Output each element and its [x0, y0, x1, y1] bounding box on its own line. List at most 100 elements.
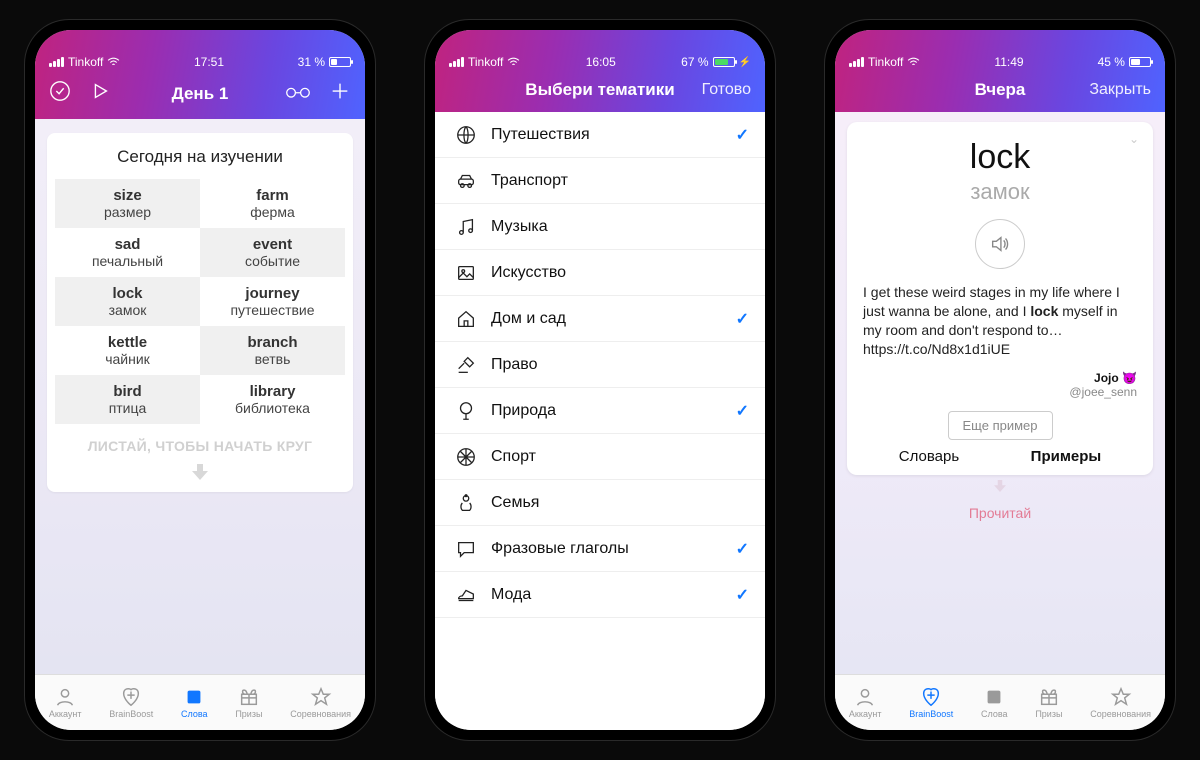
word-en: library	[204, 383, 341, 400]
word-ru: путешествие	[204, 302, 341, 318]
topic-row[interactable]: Музыка	[435, 204, 765, 250]
word-cell[interactable]: branchветвь	[200, 326, 345, 375]
status-bar: Tinkoff 16:05 67 % ⚡	[435, 52, 765, 72]
example-link[interactable]: https://t.co/Nd8x1d1iUE	[863, 341, 1010, 357]
word-ru: ферма	[204, 204, 341, 220]
tab-призы[interactable]: Призы	[1035, 686, 1062, 719]
topic-label: Мода	[491, 586, 736, 604]
wifi-icon	[907, 57, 920, 67]
word-cell[interactable]: lockзамок	[55, 277, 200, 326]
wifi-icon	[507, 57, 520, 67]
plus-icon[interactable]	[329, 80, 351, 107]
speaker-button[interactable]	[975, 219, 1025, 269]
check-icon: ✓	[736, 539, 749, 559]
topic-row[interactable]: Мода✓	[435, 572, 765, 618]
word-cell[interactable]: journeyпутешествие	[200, 277, 345, 326]
charging-icon: ⚡	[739, 57, 751, 68]
close-button[interactable]: Закрыть	[1089, 81, 1151, 99]
done-button[interactable]: Готово	[702, 81, 751, 99]
nav-title: Выбери тематики	[525, 80, 674, 100]
word-ru: чайник	[59, 351, 196, 367]
word-en: lock	[59, 285, 196, 302]
topic-label: Право	[491, 356, 749, 374]
word-en: bird	[59, 383, 196, 400]
phone-3: Tinkoff 11:49 45 % Вчера Закрыть ⌄ lock …	[825, 20, 1175, 740]
word-cell[interactable]: farmферма	[200, 179, 345, 228]
read-hint: Прочитай	[847, 505, 1153, 521]
topic-row[interactable]: Искусство	[435, 250, 765, 296]
tab-label: Слова	[981, 709, 1008, 719]
tab-соревнования[interactable]: Соревнования	[1090, 686, 1151, 719]
topic-row[interactable]: Спорт	[435, 434, 765, 480]
tab-label: Соревнования	[290, 709, 351, 719]
word-ru: птица	[59, 400, 196, 416]
word-cell[interactable]: sadпечальный	[55, 228, 200, 277]
chat-icon	[451, 538, 481, 560]
tab-brainboost[interactable]: BrainBoost	[109, 686, 153, 719]
tab-призы[interactable]: Призы	[235, 686, 262, 719]
play-icon[interactable]	[89, 80, 111, 107]
image-icon	[451, 262, 481, 284]
word-cell[interactable]: sizeразмер	[55, 179, 200, 228]
tree-icon	[451, 400, 481, 422]
screen-2: Tinkoff 16:05 67 % ⚡ Выбери тематики Гот…	[435, 30, 765, 730]
word-en: sad	[59, 236, 196, 253]
ball-icon	[451, 446, 481, 468]
more-example-button[interactable]: Еще пример	[948, 411, 1053, 440]
tab-аккаунт[interactable]: Аккаунт	[49, 686, 82, 719]
battery-pct: 31 %	[298, 55, 325, 69]
tab-слова[interactable]: Слова	[981, 686, 1008, 719]
tab-label: Призы	[1035, 709, 1062, 719]
carrier: Tinkoff	[468, 55, 503, 69]
word-ru: ветвь	[204, 351, 341, 367]
word-cell[interactable]: birdптица	[55, 375, 200, 424]
topic-row[interactable]: Семья	[435, 480, 765, 526]
topic-label: Музыка	[491, 218, 749, 236]
flashcard: ⌄ lock замок I get these weird stages in…	[847, 122, 1153, 475]
topic-row[interactable]: Фразовые глаголы✓	[435, 526, 765, 572]
word-cell[interactable]: kettleчайник	[55, 326, 200, 375]
wifi-icon	[107, 57, 120, 67]
battery-icon	[1129, 57, 1151, 67]
topic-label: Дом и сад	[491, 310, 736, 328]
word-ru: библиотека	[204, 400, 341, 416]
tab-label: Призы	[235, 709, 262, 719]
topic-list[interactable]: Путешествия✓ТранспортМузыкаИскусствоДом …	[435, 112, 765, 730]
glasses-icon[interactable]	[285, 82, 311, 105]
seg-examples[interactable]: Примеры	[1031, 448, 1102, 465]
battery-icon	[713, 57, 735, 67]
topic-row[interactable]: Транспорт	[435, 158, 765, 204]
check-icon: ✓	[736, 585, 749, 605]
topic-label: Транспорт	[491, 172, 749, 190]
word-ru: замок	[59, 302, 196, 318]
shoe-icon	[451, 584, 481, 606]
tab-аккаунт[interactable]: Аккаунт	[849, 686, 882, 719]
header: Tinkoff 11:49 45 % Вчера Закрыть	[835, 30, 1165, 112]
word-cell[interactable]: eventсобытие	[200, 228, 345, 277]
tab-label: Соревнования	[1090, 709, 1151, 719]
study-card: Сегодня на изучении sizeразмерfarmфермаs…	[47, 133, 353, 492]
nav-bar: Вчера Закрыть	[835, 72, 1165, 112]
topic-label: Фразовые глаголы	[491, 540, 736, 558]
tab-brainboost[interactable]: BrainBoost	[909, 686, 953, 719]
word-cell[interactable]: libraryбиблиотека	[200, 375, 345, 424]
chevron-down-icon[interactable]: ⌄	[1129, 132, 1139, 146]
topic-row[interactable]: Путешествия✓	[435, 112, 765, 158]
baby-icon	[451, 492, 481, 514]
tab-label: Аккаунт	[49, 709, 82, 719]
author-name: Jojo 😈	[863, 371, 1137, 385]
topic-row[interactable]: Природа✓	[435, 388, 765, 434]
phone-1: Tinkoff 17:51 31 % День 1	[25, 20, 375, 740]
tab-соревнования[interactable]: Соревнования	[290, 686, 351, 719]
seg-dictionary[interactable]: Словарь	[899, 448, 959, 465]
check-circle-icon[interactable]	[49, 80, 71, 107]
tab-label: BrainBoost	[909, 709, 953, 719]
word: lock	[863, 138, 1137, 177]
tab-label: Слова	[181, 709, 208, 719]
check-icon: ✓	[736, 309, 749, 329]
topic-row[interactable]: Право	[435, 342, 765, 388]
screen-3: Tinkoff 11:49 45 % Вчера Закрыть ⌄ lock …	[835, 30, 1165, 730]
topic-label: Семья	[491, 494, 749, 512]
tab-слова[interactable]: Слова	[181, 686, 208, 719]
topic-row[interactable]: Дом и сад✓	[435, 296, 765, 342]
